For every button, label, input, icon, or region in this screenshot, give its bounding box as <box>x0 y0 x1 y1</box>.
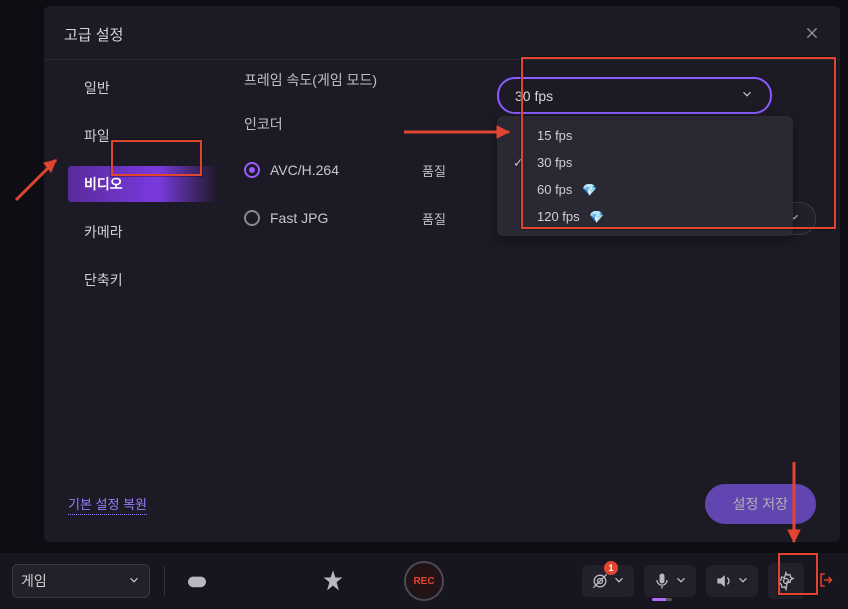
sidebar-item-general[interactable]: 일반 <box>68 70 218 106</box>
mic-level-bar <box>652 598 672 601</box>
encoder-radio-fastjpg[interactable]: Fast JPG <box>244 210 328 226</box>
app-bar: 게임 REC 1 <box>0 553 848 609</box>
encoder-radio-avc[interactable]: AVC/H.264 <box>244 162 339 178</box>
close-icon[interactable] <box>804 25 820 44</box>
encoder-option-label: Fast JPG <box>270 210 328 226</box>
quality-label: 품질 <box>422 209 446 228</box>
sidebar-item-file[interactable]: 파일 <box>68 118 218 154</box>
sidebar-item-shortcut[interactable]: 단축키 <box>68 262 218 298</box>
right-controls: 1 <box>582 563 836 599</box>
framerate-selected-value: 30 fps <box>515 88 553 104</box>
chevron-down-icon <box>612 573 626 590</box>
encoder-label: 인코더 <box>244 114 414 134</box>
option-label: 120 fps <box>537 209 580 224</box>
chevron-down-icon <box>740 87 754 104</box>
sidebar-item-label: 카메라 <box>84 224 123 240</box>
settings-gear-button[interactable] <box>768 563 804 599</box>
sidebar-item-camera[interactable]: 카메라 <box>68 214 218 250</box>
record-label: REC <box>413 576 434 587</box>
framerate-select[interactable]: 30 fps <box>497 77 772 114</box>
sidebar-item-label: 일반 <box>84 80 110 96</box>
save-button[interactable]: 설정 저장 <box>705 484 816 524</box>
quality-label: 품질 <box>422 161 446 180</box>
region-star-icon[interactable] <box>315 563 351 599</box>
framerate-dropdown: 15 fps ✓ 30 fps 60 fps 💎 120 fps 💎 <box>497 116 793 236</box>
sidebar-item-label: 비디오 <box>84 176 123 192</box>
divider <box>164 566 165 596</box>
mic-toggle[interactable] <box>644 565 696 597</box>
framerate-option-30[interactable]: ✓ 30 fps <box>497 149 793 176</box>
speaker-toggle[interactable] <box>706 565 758 597</box>
webcam-toggle[interactable]: 1 <box>582 565 634 597</box>
recording-source-select[interactable]: 게임 <box>12 564 150 598</box>
exit-icon[interactable] <box>818 571 836 592</box>
option-label: 60 fps <box>537 182 572 197</box>
encoder-option-label: AVC/H.264 <box>270 162 339 178</box>
check-icon: ✓ <box>513 155 524 171</box>
chevron-down-icon <box>127 573 141 590</box>
premium-diamond-icon: 💎 <box>589 210 604 224</box>
sidebar-item-label: 파일 <box>84 128 110 144</box>
chevron-down-icon <box>674 573 688 590</box>
sidebar-item-video[interactable]: 비디오 <box>68 166 218 202</box>
settings-sidebar: 일반 파일 비디오 카메라 단축키 <box>68 70 218 310</box>
source-label: 게임 <box>21 571 47 591</box>
record-button[interactable]: REC <box>404 561 444 601</box>
option-label: 30 fps <box>537 155 572 170</box>
webcam-badge: 1 <box>604 561 618 575</box>
framerate-option-120[interactable]: 120 fps 💎 <box>497 203 793 230</box>
framerate-option-15[interactable]: 15 fps <box>497 122 793 149</box>
framerate-label: 프레임 속도(게임 모드) <box>244 70 414 90</box>
reset-link[interactable]: 기본 설정 복원 <box>68 494 147 515</box>
chevron-down-icon <box>736 573 750 590</box>
gamepad-icon[interactable] <box>179 563 215 599</box>
framerate-option-60[interactable]: 60 fps 💎 <box>497 176 793 203</box>
premium-diamond-icon: 💎 <box>582 183 597 197</box>
panel-footer: 기본 설정 복원 설정 저장 <box>68 484 816 524</box>
option-label: 15 fps <box>537 128 572 143</box>
panel-header: 고급 설정 <box>44 6 840 60</box>
sidebar-item-label: 단축키 <box>84 272 123 288</box>
panel-title: 고급 설정 <box>64 24 123 45</box>
